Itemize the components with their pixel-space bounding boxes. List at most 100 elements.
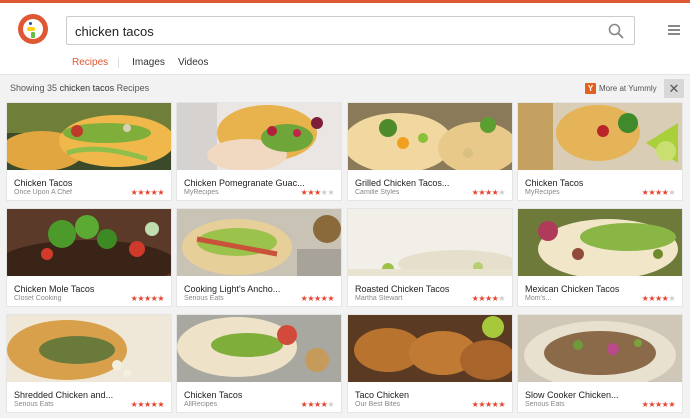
more-at-yummly-label: More at Yummly	[599, 83, 657, 93]
search-box	[66, 16, 635, 45]
star-icon: ★	[307, 400, 314, 409]
recipe-photo	[177, 315, 341, 382]
star-icon: ★	[143, 188, 151, 197]
star-icon: ★	[478, 294, 485, 303]
recipe-photo	[518, 103, 682, 170]
results-count-suffix: Recipes	[116, 83, 150, 93]
star-icon: ★	[137, 188, 144, 197]
recipe-card[interactable]: Chicken Pomegranate Guac... MyRecipes ★★…	[177, 103, 341, 200]
results-query: chicken tacos	[59, 83, 115, 93]
tab-divider	[118, 58, 120, 68]
recipe-title: Cooking Light's Ancho...	[184, 284, 281, 294]
recipe-card[interactable]: Chicken Tacos AllRecipes ★★★★★	[177, 315, 341, 412]
star-rating: ★★★★★	[301, 188, 335, 197]
recipe-title: Chicken Pomegranate Guac...	[184, 178, 305, 188]
recipe-title: Chicken Mole Tacos	[14, 284, 95, 294]
recipe-card[interactable]: Roasted Chicken Tacos Martha Stewart ★★★…	[348, 209, 512, 306]
recipe-grid: Chicken Tacos Once Upon A Chef ★★★★★ Chi…	[0, 100, 690, 418]
logo-eye	[29, 22, 32, 25]
star-icon: ★	[307, 188, 314, 197]
star-icon: ★	[137, 294, 144, 303]
star-icon: ★	[668, 188, 675, 197]
star-icon: ★	[648, 400, 655, 409]
recipe-source: Closet Cooking	[14, 295, 62, 302]
star-icon: ★	[648, 294, 655, 303]
star-icon: ★	[498, 400, 505, 409]
recipe-title: Chicken Tacos	[14, 178, 73, 188]
logo-beak	[27, 27, 35, 31]
search-icon[interactable]	[608, 23, 624, 39]
star-icon: ★	[484, 400, 492, 409]
results-count: Showing 35 chicken tacos Recipes	[10, 83, 149, 93]
star-rating: ★★★★★	[131, 294, 165, 303]
recipe-title: Slow Cooker Chicken...	[525, 390, 619, 400]
star-icon: ★	[654, 400, 662, 409]
star-icon: ★	[313, 188, 321, 197]
logo-tie	[31, 32, 35, 38]
hamburger-menu-icon[interactable]	[668, 25, 680, 35]
star-icon: ★	[498, 188, 505, 197]
recipe-card[interactable]: Slow Cooker Chicken... Serious Eats ★★★★…	[518, 315, 682, 412]
star-icon: ★	[157, 188, 164, 197]
yummly-icon: Y	[585, 82, 596, 94]
star-icon: ★	[654, 188, 662, 197]
results-count-prefix: Showing 35	[10, 83, 58, 93]
star-rating: ★★★★★	[301, 400, 335, 409]
star-icon: ★	[143, 400, 151, 409]
star-rating: ★★★★★	[301, 294, 335, 303]
recipe-photo	[518, 209, 682, 276]
recipe-title: Chicken Tacos	[184, 390, 243, 400]
recipe-source: Serious Eats	[184, 295, 224, 302]
star-rating: ★★★★★	[131, 188, 165, 197]
recipe-card[interactable]: Shredded Chicken and... Serious Eats ★★★…	[7, 315, 171, 412]
star-icon: ★	[668, 400, 675, 409]
recipe-photo	[348, 315, 512, 382]
recipe-card[interactable]: Chicken Mole Tacos Closet Cooking ★★★★★	[7, 209, 171, 306]
recipe-title: Roasted Chicken Tacos	[355, 284, 450, 294]
recipe-photo	[177, 209, 341, 276]
recipe-title: Taco Chicken	[355, 390, 410, 400]
recipe-card[interactable]: Grilled Chicken Tacos... Camille Styles …	[348, 103, 512, 200]
recipe-card[interactable]: Chicken Tacos Once Upon A Chef ★★★★★	[7, 103, 171, 200]
recipe-card[interactable]: Cooking Light's Ancho... Serious Eats ★★…	[177, 209, 341, 306]
recipe-photo	[7, 209, 171, 276]
star-rating: ★★★★★	[131, 400, 165, 409]
star-rating: ★★★★★	[472, 294, 506, 303]
search-input[interactable]	[75, 21, 595, 41]
star-icon: ★	[137, 400, 144, 409]
recipe-photo	[348, 103, 512, 170]
more-at-yummly-link[interactable]: Y More at Yummly	[585, 82, 657, 94]
recipe-title: Chicken Tacos	[525, 178, 584, 188]
recipe-source: Martha Stewart	[355, 295, 403, 302]
star-icon: ★	[327, 188, 334, 197]
star-icon: ★	[478, 400, 485, 409]
star-rating: ★★★★★	[472, 400, 506, 409]
recipe-title: Grilled Chicken Tacos...	[355, 178, 450, 188]
star-icon: ★	[484, 188, 492, 197]
recipe-card[interactable]: Taco Chicken Our Best Bites ★★★★★	[348, 315, 512, 412]
recipe-photo	[7, 315, 171, 382]
star-icon: ★	[654, 294, 662, 303]
recipe-title: Shredded Chicken and...	[14, 390, 114, 400]
recipe-source: Serious Eats	[525, 401, 565, 408]
recipe-source: MyRecipes	[525, 189, 560, 196]
star-icon: ★	[648, 188, 655, 197]
star-rating: ★★★★★	[472, 188, 506, 197]
results-info-bar: Showing 35 chicken tacos Recipes Y More …	[0, 74, 690, 100]
recipe-photo	[7, 103, 171, 170]
star-icon: ★	[668, 294, 675, 303]
recipe-photo	[518, 315, 682, 382]
star-rating: ★★★★★	[642, 188, 676, 197]
recipe-source: Serious Eats	[14, 401, 54, 408]
star-icon: ★	[313, 294, 321, 303]
close-icon[interactable]: ✕	[664, 79, 684, 98]
recipe-photo	[177, 103, 341, 170]
recipe-photo	[348, 209, 512, 276]
recipe-card[interactable]: Mexican Chicken Tacos Mom's... ★★★★★	[518, 209, 682, 306]
star-icon: ★	[157, 400, 164, 409]
header: Recipes Images Videos	[0, 3, 690, 77]
duckduckgo-logo[interactable]	[18, 14, 48, 44]
recipe-card[interactable]: Chicken Tacos MyRecipes ★★★★★	[518, 103, 682, 200]
star-icon: ★	[143, 294, 151, 303]
recipe-source: Camille Styles	[355, 189, 400, 196]
